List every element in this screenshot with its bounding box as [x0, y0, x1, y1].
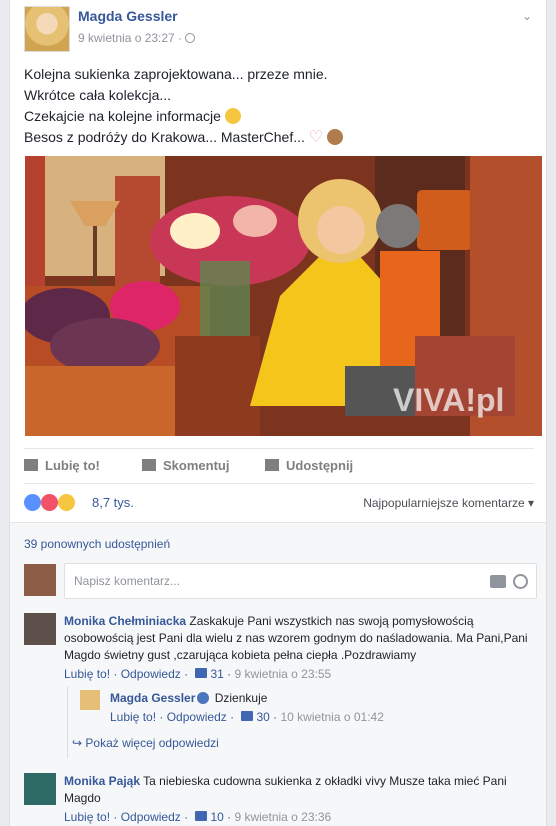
comment-button[interactable]: Skomentuj — [142, 458, 229, 473]
post-text: Kolejna sukienka zaprojektowana... przez… — [24, 64, 534, 148]
reply-like-count[interactable]: 30 — [256, 710, 269, 724]
post-line: Besos z podróży do Krakowa... MasterChef… — [24, 127, 534, 148]
post-photo[interactable]: VIVA!pl — [25, 156, 542, 436]
comment-meta: Lubię to! · Odpowiedz · 10 · 9 kwietnia … — [64, 810, 332, 824]
comment-like-link[interactable]: Lubię to! — [64, 667, 110, 681]
post-time[interactable]: 9 kwietnia o 23:27 · — [78, 31, 196, 45]
photo-watermark: VIVA!pl — [393, 382, 504, 418]
love-reaction-icon — [41, 494, 58, 511]
monkey-emoji-icon — [327, 129, 344, 145]
smile-emoji-icon — [224, 108, 241, 124]
comment-author[interactable]: Monika Chełminiacka — [64, 614, 186, 628]
share-button[interactable]: Udostępnij — [265, 458, 353, 473]
comment-time[interactable]: 9 kwietnia o 23:36 — [234, 810, 331, 824]
reply-avatar[interactable] — [80, 690, 100, 710]
comment-reply-link[interactable]: Odpowiedz — [121, 810, 181, 824]
comment-meta: Lubię to! · Odpowiedz · 31 · 9 kwietnia … — [64, 667, 332, 681]
post-card: Magda Gessler 9 kwietnia o 23:27 · ⌄ Kol… — [9, 0, 547, 826]
like-button[interactable]: Lubię to! — [24, 458, 100, 473]
reaction-count[interactable]: 8,7 tys. — [92, 495, 134, 510]
comment-like-count[interactable]: 10 — [210, 810, 223, 824]
comments-sort-label: Najpopularniejsze komentarze — [363, 496, 525, 510]
wow-reaction-icon — [58, 494, 75, 511]
reply-body: Magda Gessler Dzienkuje — [110, 690, 510, 707]
comment-placeholder: Napisz komentarz... — [74, 574, 181, 588]
post-line-text: Besos z podróży do Krakowa... MasterChef… — [24, 129, 305, 145]
post-header: Magda Gessler 9 kwietnia o 23:27 · ⌄ — [24, 6, 534, 52]
reply-author[interactable]: Magda Gessler — [110, 691, 195, 705]
globe-icon — [185, 33, 196, 43]
post-time-text[interactable]: 9 kwietnia o 23:27 · — [78, 31, 182, 45]
comments-sort-dropdown[interactable]: Najpopularniejsze komentarze ▾ — [363, 496, 534, 510]
comment-body: Monika Pająk Ta niebieska cudowna sukien… — [64, 773, 534, 807]
post-line: Wkrótce cała kolekcja... — [24, 87, 172, 103]
author-name[interactable]: Magda Gessler — [78, 8, 178, 24]
comment-label: Skomentuj — [163, 458, 230, 473]
more-replies-link[interactable]: ↪ Pokaż więcej odpowiedzi — [72, 736, 219, 750]
reply-reply-link[interactable]: Odpowiedz — [167, 710, 227, 724]
reply-like-link[interactable]: Lubię to! — [110, 710, 156, 724]
post-actions: Lubię to! Skomentuj Udostępnij — [24, 448, 534, 484]
reply-meta: Lubię to! · Odpowiedz · 30 · 10 kwietnia… — [110, 710, 384, 724]
camera-icon[interactable] — [490, 575, 506, 588]
thumbs-up-icon — [195, 811, 208, 821]
reply-time[interactable]: 10 kwietnia o 01:42 — [280, 710, 383, 724]
comment-composer: Napisz komentarz... — [24, 563, 537, 601]
post-line: Kolejna sukienka zaprojektowana... przez… — [24, 66, 328, 82]
share-count[interactable]: 39 ponownych udostępnień — [24, 537, 170, 551]
share-label: Udostępnij — [286, 458, 354, 473]
post-line: Czekajcie na kolejne informacje — [24, 106, 534, 127]
like-reaction-icon — [24, 494, 41, 511]
like-icon — [24, 459, 38, 471]
comment-body: Monika Chełminiacka Zaskakuje Pani wszys… — [64, 613, 534, 664]
photo-illustration: VIVA!pl — [25, 156, 542, 436]
comment-icon — [142, 459, 156, 471]
post-line-text: Czekajcie na kolejne informacje — [24, 108, 221, 124]
comment-input[interactable]: Napisz komentarz... — [64, 563, 537, 599]
heart-emoji-icon: ♡ — [308, 129, 324, 146]
reply-text: Dzienkuje — [214, 691, 268, 705]
comment-like-count[interactable]: 31 — [210, 667, 223, 681]
author-avatar[interactable] — [24, 6, 70, 52]
emoji-icon[interactable] — [513, 574, 528, 589]
comment-avatar[interactable] — [24, 613, 56, 645]
comment-like-link[interactable]: Lubię to! — [64, 810, 110, 824]
verified-badge-icon — [197, 692, 210, 704]
comment-avatar[interactable] — [24, 773, 56, 805]
like-label: Lubię to! — [45, 458, 100, 473]
replies-thread: Magda Gessler Dzienkuje Lubię to! · Odpo… — [67, 686, 522, 758]
viewer-avatar — [24, 564, 56, 596]
share-icon — [265, 459, 279, 471]
thumbs-up-icon — [241, 711, 254, 721]
comment-time[interactable]: 9 kwietnia o 23:55 — [234, 667, 331, 681]
thumbs-up-icon — [195, 668, 208, 678]
comment-reply-link[interactable]: Odpowiedz — [121, 667, 181, 681]
reactions-bar: 8,7 tys. Najpopularniejsze komentarze ▾ — [24, 492, 534, 514]
comments-section: 39 ponownych udostępnień Napisz komentar… — [10, 522, 546, 826]
more-replies-label: Pokaż więcej odpowiedzi — [85, 736, 219, 750]
chevron-down-icon[interactable]: ⌄ — [522, 9, 534, 23]
comment-author[interactable]: Monika Pająk — [64, 774, 140, 788]
